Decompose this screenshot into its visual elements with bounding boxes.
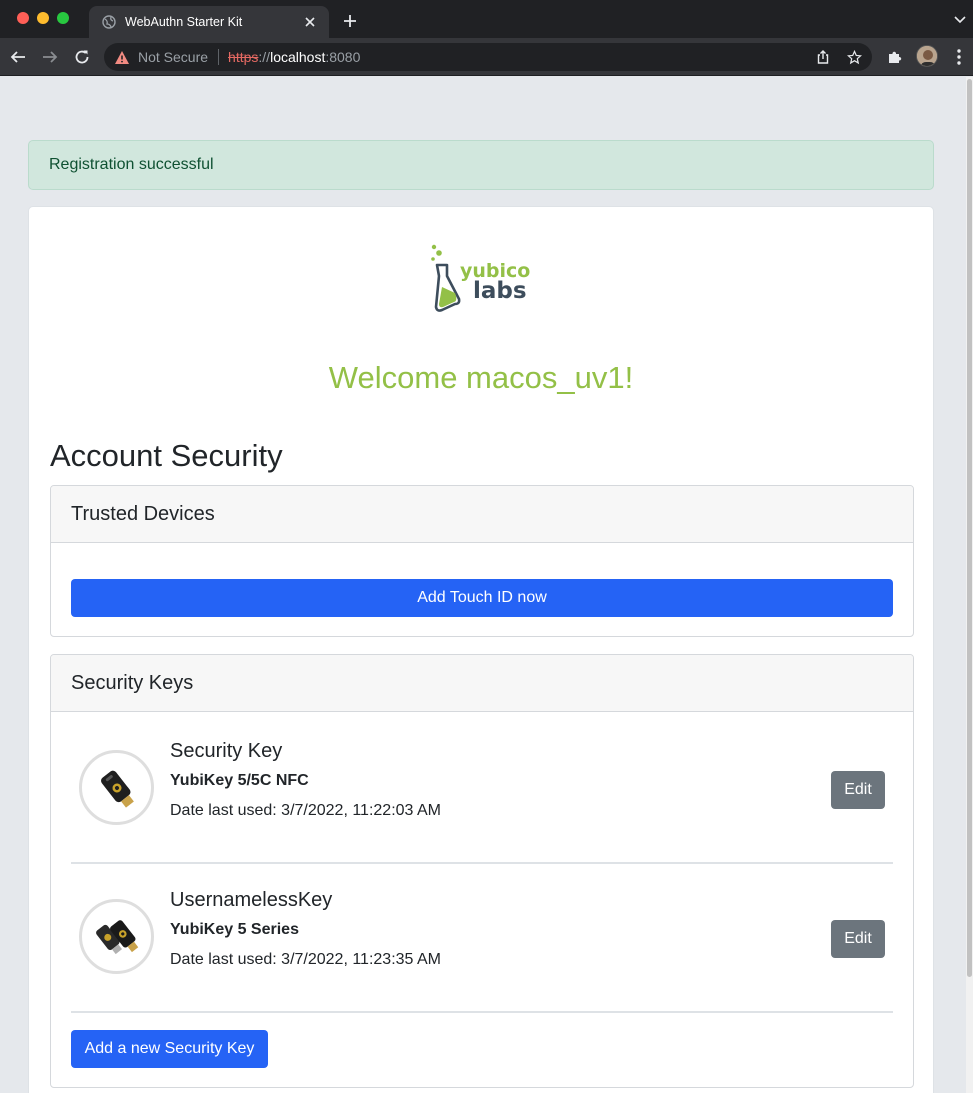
- address-divider: [218, 49, 220, 65]
- key-name: UsernamelessKey: [170, 889, 333, 911]
- svg-text:labs: labs: [473, 278, 527, 304]
- browser-tab-strip: WebAuthn Starter Kit: [0, 0, 973, 38]
- url-text[interactable]: https://localhost:8080: [228, 49, 360, 65]
- url-host: localhost: [270, 49, 326, 65]
- close-tab-icon[interactable]: [301, 13, 319, 31]
- close-window-button[interactable]: [17, 12, 29, 24]
- chevron-down-icon[interactable]: [953, 13, 967, 27]
- new-tab-icon[interactable]: [340, 11, 360, 31]
- warning-icon[interactable]: [114, 49, 130, 65]
- page-viewport: Registration successful yubico labs Welc…: [0, 77, 966, 1093]
- address-bar[interactable]: Not Secure https://localhost:8080: [104, 43, 872, 71]
- row-divider: [71, 1011, 893, 1013]
- edit-key-button[interactable]: Edit: [831, 920, 885, 958]
- page-scrollbar[interactable]: [966, 77, 973, 1093]
- security-key-row: UsernamelessKey YubiKey 5 Series Date la…: [71, 883, 893, 1003]
- profile-avatar[interactable]: [916, 45, 938, 67]
- minimize-window-button[interactable]: [37, 12, 49, 24]
- tab-title: WebAuthn Starter Kit: [125, 15, 243, 29]
- registration-success-alert: Registration successful: [28, 140, 934, 190]
- key-model: YubiKey 5/5C NFC: [170, 772, 309, 789]
- url-separator: ://: [258, 49, 271, 65]
- fullscreen-window-button[interactable]: [57, 12, 69, 24]
- bookmark-star-icon[interactable]: [845, 48, 863, 66]
- main-card: yubico labs Welcome macos_uv1! Account S…: [28, 206, 934, 1093]
- reload-icon[interactable]: [72, 47, 92, 67]
- trusted-devices-header: Trusted Devices: [51, 486, 913, 543]
- key-date-last-used: Date last used: 3/7/2022, 11:22:03 AM: [170, 802, 441, 819]
- yubikey-5-series-icon: [79, 899, 154, 974]
- alert-message: Registration successful: [49, 156, 214, 173]
- browser-toolbar: Not Secure https://localhost:8080: [0, 38, 973, 76]
- trusted-devices-panel: Trusted Devices Add Touch ID now: [50, 485, 914, 637]
- security-keys-panel: Security Keys Security Key YubiKey 5/5C …: [50, 654, 914, 1088]
- edit-key-button[interactable]: Edit: [831, 771, 885, 809]
- row-divider: [71, 862, 893, 864]
- forward-icon[interactable]: [40, 47, 60, 67]
- globe-icon: [101, 14, 117, 30]
- key-date-last-used: Date last used: 3/7/2022, 11:23:35 AM: [170, 951, 441, 968]
- back-icon[interactable]: [8, 47, 28, 67]
- share-icon[interactable]: [814, 48, 832, 66]
- security-key-row: Security Key YubiKey 5/5C NFC Date last …: [71, 734, 893, 854]
- url-scheme: https: [228, 49, 259, 65]
- yubico-labs-logo: yubico labs: [429, 243, 539, 313]
- page-title: Account Security: [50, 438, 283, 473]
- welcome-heading: Welcome macos_uv1!: [328, 360, 634, 395]
- browser-tab[interactable]: WebAuthn Starter Kit: [89, 6, 329, 38]
- scrollbar-thumb[interactable]: [967, 79, 972, 977]
- url-port: :8080: [325, 49, 361, 65]
- add-security-key-button[interactable]: Add a new Security Key: [71, 1030, 268, 1068]
- not-secure-label[interactable]: Not Secure: [138, 49, 208, 65]
- add-touch-id-button[interactable]: Add Touch ID now: [71, 579, 893, 617]
- key-name: Security Key: [170, 740, 283, 762]
- extensions-puzzle-icon[interactable]: [885, 47, 905, 67]
- key-model: YubiKey 5 Series: [170, 921, 299, 938]
- more-menu-icon[interactable]: [949, 47, 969, 67]
- security-keys-header: Security Keys: [51, 655, 913, 712]
- yubikey-5c-nfc-icon: [79, 750, 154, 825]
